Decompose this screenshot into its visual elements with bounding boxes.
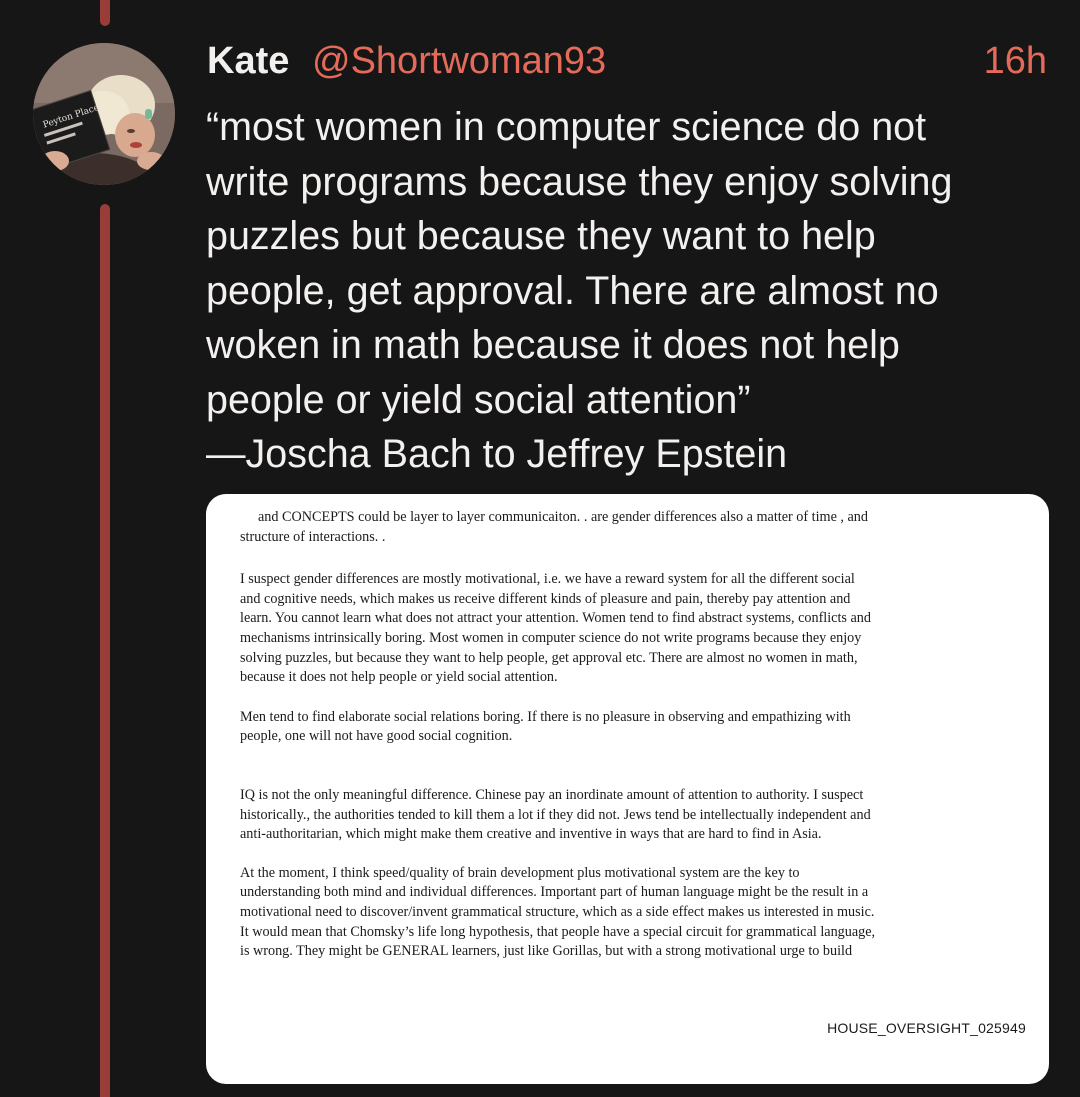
- author-name[interactable]: Kate: [207, 40, 289, 83]
- document-line: people, one will not have good social co…: [240, 728, 513, 745]
- document-line: mechanisms intrinsically boring. Most wo…: [240, 629, 862, 646]
- document-line: and cognitive needs, which makes us rece…: [240, 590, 851, 607]
- attached-document-image[interactable]: and CONCEPTS could be layer to layer com…: [206, 494, 1049, 1084]
- document-paragraph: I suspect gender differences are mostly …: [240, 570, 1010, 688]
- document-paragraph: Men tend to find elaborate social relati…: [240, 708, 1010, 747]
- bates-number: HOUSE_OVERSIGHT_025949: [827, 1020, 1026, 1036]
- document-paragraph: and CONCEPTS could be layer to layer com…: [240, 508, 1010, 547]
- document-line: because it does not help people or yield…: [240, 669, 558, 686]
- document-line: anti-authoritarian, which might make the…: [240, 826, 822, 843]
- document-line: learn. You cannot learn what does not at…: [240, 610, 871, 627]
- document-body: and CONCEPTS could be layer to layer com…: [240, 508, 1010, 962]
- document-line: historically., the authorities tended to…: [240, 806, 871, 823]
- tweet-text-line: write programs because they enjoy solvin…: [206, 159, 953, 204]
- tweet-text: “most women in computer science do not w…: [206, 100, 1046, 482]
- timestamp[interactable]: 16h: [984, 40, 1047, 83]
- tweet-text-line: people, get approval. There are almost n…: [206, 268, 939, 313]
- document-line: solving puzzles, but because they want t…: [240, 649, 858, 666]
- document-line: IQ is not the only meaningful difference…: [240, 786, 864, 803]
- avatar[interactable]: Peyton Place: [33, 43, 175, 185]
- author-handle[interactable]: @Shortwoman93: [312, 40, 606, 83]
- tweet-text-line: puzzles but because they want to help: [206, 214, 876, 258]
- document-line: At the moment, I think speed/quality of …: [240, 864, 800, 881]
- document-line: I suspect gender differences are mostly …: [240, 571, 855, 588]
- thread-line-top: [100, 0, 110, 26]
- document-line: structure of interactions. .: [240, 528, 386, 545]
- thread-line-bottom: [100, 204, 110, 1097]
- tweet-text-line: woken in math because it does not help: [206, 323, 900, 367]
- document-paragraph: IQ is not the only meaningful difference…: [240, 786, 1010, 845]
- document-line: Men tend to find elaborate social relati…: [240, 708, 851, 725]
- tweet-text-line: “most women in computer science do not: [206, 105, 927, 149]
- avatar-image: Peyton Place: [33, 43, 175, 185]
- tweet-text-line: people or yield social attention”: [206, 377, 751, 422]
- document-line: It would mean that Chomsky’s life long h…: [240, 923, 876, 940]
- document-line: is wrong. They might be GENERAL learners…: [240, 943, 853, 960]
- document-line: motivational need to discover/invent gra…: [240, 903, 875, 920]
- document-paragraph: At the moment, I think speed/quality of …: [240, 864, 1010, 962]
- document-line: and CONCEPTS could be layer to layer com…: [258, 509, 868, 525]
- document-line: understanding both mind and individual d…: [240, 884, 869, 901]
- tweet-text-line: —Joscha Bach to Jeffrey Epstein: [206, 432, 788, 476]
